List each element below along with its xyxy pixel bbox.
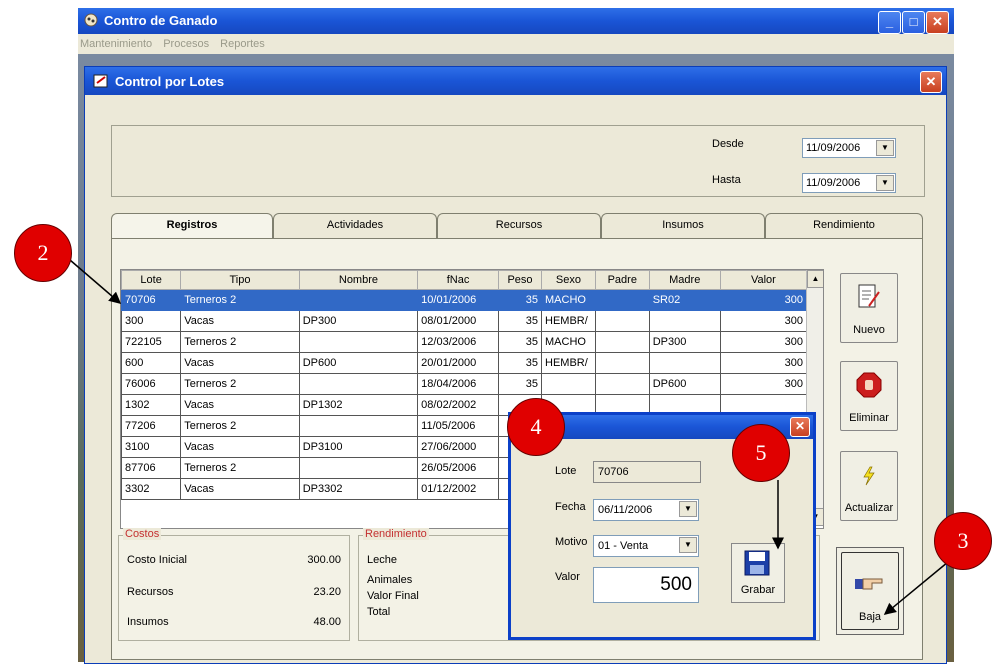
arrow-2 [69,259,122,304]
arrow-3 [883,561,949,615]
callout-arrows [69,259,949,615]
callout-3: 3 [934,512,992,570]
callout-2: 2 [14,224,72,282]
callout-5: 5 [732,424,790,482]
callout-4: 4 [507,398,565,456]
